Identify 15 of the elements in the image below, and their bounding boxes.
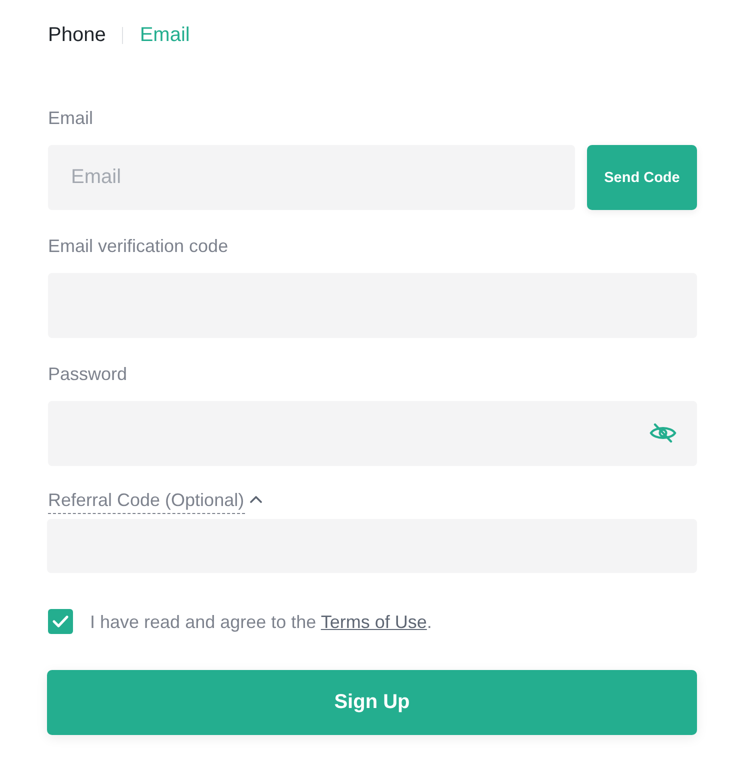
send-code-button[interactable]: Send Code bbox=[587, 145, 697, 210]
field-label: Email bbox=[48, 107, 94, 130]
field-label[interactable]: Referral Code (Optional) bbox=[48, 488, 246, 514]
sign-up-button[interactable]: Sign Up bbox=[47, 670, 697, 735]
terms-link[interactable]: Terms of Use bbox=[320, 612, 427, 632]
field-label: Email verification code bbox=[48, 235, 230, 258]
checkbox[interactable] bbox=[48, 609, 73, 634]
tab[interactable]: Phone bbox=[48, 22, 106, 48]
agreement-text: I have read and agree to the Terms of Use. bbox=[90, 610, 432, 634]
password-field[interactable] bbox=[48, 401, 697, 466]
tab[interactable]: Email bbox=[140, 22, 190, 48]
email-field[interactable]: Email bbox=[48, 145, 575, 210]
field-label: Password bbox=[48, 363, 128, 386]
caret-up-icon[interactable] bbox=[250, 494, 262, 504]
eye-slash-icon[interactable] bbox=[649, 423, 677, 443]
